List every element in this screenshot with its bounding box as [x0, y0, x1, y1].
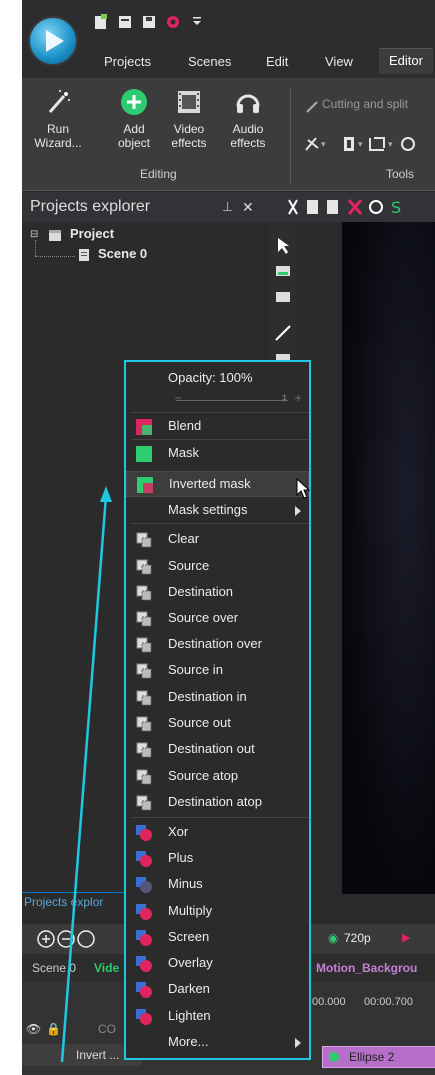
opacity-slider[interactable]	[176, 400, 288, 401]
menu-item-label: Inverted mask	[169, 476, 251, 491]
menu-item-screen[interactable]: Screen	[126, 925, 309, 951]
menu-item-label: Multiply	[168, 903, 213, 918]
menu-item-label: Blend	[168, 418, 202, 433]
menu-item-label: Source atop	[168, 768, 239, 783]
overlay-icon	[136, 956, 152, 972]
source-over-icon	[136, 611, 152, 627]
menu-item-destination-over[interactable]: Destination over	[126, 632, 309, 658]
menu-item-label: Overlay	[168, 955, 213, 970]
menu-item-destination-atop[interactable]: Destination atop	[126, 790, 309, 816]
menu-item-multiply[interactable]: Multiply	[126, 899, 309, 925]
menu-item-label: Source over	[168, 610, 239, 625]
destination-in-icon	[136, 690, 152, 706]
menu-item-label: Mask	[168, 445, 200, 460]
menu-item-more[interactable]: More...	[126, 1030, 309, 1056]
decrease-icon[interactable]: −	[174, 393, 182, 404]
lighten-icon	[136, 1009, 152, 1025]
menu-item-mask-settings[interactable]: Mask settings	[126, 498, 309, 524]
destination-icon	[136, 585, 152, 601]
destination-over-icon	[136, 637, 152, 653]
menu-item-mask[interactable]: Mask	[126, 441, 309, 467]
menu-item-label: Plus	[168, 850, 194, 865]
source-in-icon	[136, 663, 152, 679]
menu-item-label: Source	[168, 558, 210, 573]
menu-item-label: Destination out	[168, 741, 255, 756]
minus-icon	[136, 877, 152, 893]
mask-icon	[136, 446, 152, 462]
inverted-mask-icon	[137, 477, 153, 493]
menu-item-xor[interactable]: Xor	[126, 820, 309, 846]
mouse-cursor-icon	[296, 478, 311, 499]
menu-item-source-out[interactable]: Source out	[126, 711, 309, 737]
menu-item-label: Clear	[168, 531, 200, 546]
destination-out-icon	[136, 742, 152, 758]
menu-item-label: Lighten	[168, 1008, 211, 1023]
menu-item-darken[interactable]: Darken	[126, 977, 309, 1003]
menu-separator	[132, 439, 309, 440]
menu-item-destination[interactable]: Destination	[126, 580, 309, 606]
menu-separator	[132, 412, 309, 413]
menu-separator	[132, 817, 309, 818]
menu-item-source-atop[interactable]: Source atop	[126, 764, 309, 790]
menu-item-label: Destination atop	[168, 794, 262, 809]
source-icon	[136, 559, 152, 575]
menu-item-label: Source out	[168, 715, 231, 730]
menu-item-destination-out[interactable]: Destination out	[126, 737, 309, 763]
blend-mode-menu: Opacity: 100% − ‡ + Blend Mask Inverted ma…	[124, 360, 311, 1060]
menu-item-clear[interactable]: Clear	[126, 527, 309, 553]
darken-icon	[136, 982, 152, 998]
menu-item-label: Source in	[168, 662, 223, 677]
clear-icon	[136, 532, 152, 548]
menu-item-label: Destination	[168, 584, 234, 599]
plus-icon	[136, 851, 152, 867]
xor-icon	[136, 825, 152, 841]
menu-item-label: Mask settings	[168, 502, 248, 517]
menu-item-label: Darken	[168, 981, 210, 996]
menu-item-plus[interactable]: Plus	[126, 846, 309, 872]
menu-item-label: Minus	[168, 876, 203, 891]
destination-atop-icon	[136, 795, 152, 811]
submenu-arrow-icon	[295, 1038, 301, 1048]
menu-item-label: Screen	[168, 929, 210, 944]
menu-item-destination-in[interactable]: Destination in	[126, 685, 309, 711]
menu-item-label: More...	[168, 1034, 209, 1049]
menu-separator	[132, 523, 309, 524]
increase-icon[interactable]: +	[294, 393, 302, 404]
menu-item-source-over[interactable]: Source over	[126, 606, 309, 632]
app-window: Projects Scenes Edit View Editor Run Wiz…	[22, 0, 435, 1075]
slider-thumb-icon[interactable]: ‡	[282, 393, 287, 404]
source-out-icon	[136, 716, 152, 732]
opacity-label: Opacity: 100%	[168, 370, 253, 385]
menu-item-label: Xor	[168, 824, 189, 839]
menu-item-lighten[interactable]: Lighten	[126, 1004, 309, 1030]
screen-icon	[136, 930, 152, 946]
source-atop-icon	[136, 769, 152, 785]
menu-item-overlay[interactable]: Overlay	[126, 951, 309, 977]
menu-item-minus[interactable]: Minus	[126, 872, 309, 898]
menu-item-blend[interactable]: Blend	[126, 414, 309, 440]
blend-icon	[136, 419, 152, 435]
menu-item-label: Destination in	[168, 689, 247, 704]
menu-item-source[interactable]: Source	[126, 554, 309, 580]
multiply-icon	[136, 904, 152, 920]
menu-item-source-in[interactable]: Source in	[126, 658, 309, 684]
menu-item-inverted-mask[interactable]: Inverted mask	[126, 471, 309, 497]
submenu-arrow-icon	[295, 506, 301, 516]
menu-item-label: Destination over	[168, 636, 262, 651]
